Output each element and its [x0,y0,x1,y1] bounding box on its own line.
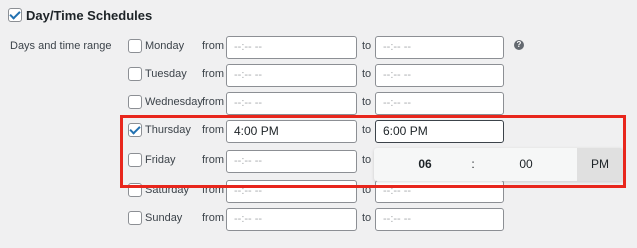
to-label: to [362,212,372,224]
to-time-input-sunday[interactable]: --:-- -- [375,208,504,231]
day-label-monday: Monday [145,40,185,52]
from-time-input-sunday[interactable]: --:-- -- [226,208,357,231]
from-time-input-tuesday[interactable]: --:-- -- [226,64,357,87]
day-checkbox-sunday[interactable] [128,211,142,225]
day-checkbox-wednesday[interactable] [128,95,142,109]
from-label: from [202,68,224,80]
question-circle-icon[interactable]: ? [514,40,524,50]
day-label-sunday: Sunday [145,212,183,224]
to-time-input-tuesday[interactable]: --:-- -- [375,64,504,87]
to-time-input-wednesday[interactable]: --:-- -- [375,92,504,115]
day-label-wednesday: Wednesday [145,96,203,108]
to-time-input-monday[interactable]: --:-- -- [375,36,504,59]
to-label: to [362,96,372,108]
day-checkbox-tuesday[interactable] [128,67,142,81]
from-time-input-monday[interactable]: --:-- -- [226,36,357,59]
from-label: from [202,212,224,224]
from-label: from [202,40,224,52]
schedules-enable-checkbox[interactable] [8,8,22,22]
to-label: to [362,40,372,52]
days-time-range-label: Days and time range [10,40,112,52]
day-label-tuesday: Tuesday [145,68,187,80]
section-title: Day/Time Schedules [26,8,153,23]
to-label: to [362,68,372,80]
from-time-input-wednesday[interactable]: --:-- -- [226,92,357,115]
day-checkbox-monday[interactable] [128,39,142,53]
from-label: from [202,96,224,108]
highlight-annotation [120,115,626,188]
